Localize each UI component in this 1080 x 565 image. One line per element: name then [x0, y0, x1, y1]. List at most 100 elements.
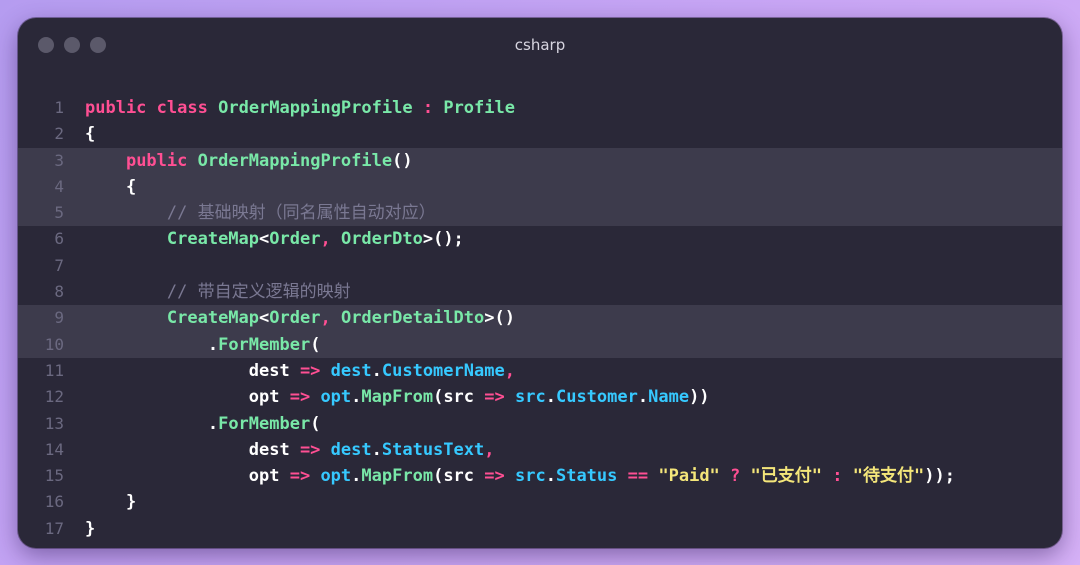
code-token: , [484, 439, 495, 460]
window-title: csharp [514, 36, 566, 54]
code-token: OrderDetailDto [340, 308, 485, 329]
code-line: 3 public OrderMappingProfile() [18, 147, 1062, 174]
code-line: 6 CreateMap<Order, OrderDto>(); [18, 226, 1062, 252]
code-token: => [484, 387, 505, 408]
code-token: src [515, 387, 546, 408]
code-token: => [484, 466, 505, 487]
code-token: "Paid" [658, 466, 720, 487]
code-line: 13 .ForMember( [18, 411, 1062, 437]
code-text: } [85, 489, 136, 515]
code-token: ( [310, 413, 321, 434]
code-token: () [392, 150, 413, 171]
code-line: 7 [18, 253, 1062, 279]
code-text: opt => opt.MapFrom(src => src.Status == … [85, 463, 955, 489]
line-number: 5 [54, 203, 64, 223]
line-number: 6 [54, 229, 64, 249]
code-token: . [351, 466, 362, 487]
code-token: // 基础映射（同名属性自动对应） [166, 203, 436, 224]
code-text: CreateMap<Order, OrderDetailDto>() [85, 305, 515, 331]
code-token: CreateMap [166, 308, 260, 329]
code-line: 10 .ForMember( [18, 331, 1062, 358]
code-text: // 带自定义逻辑的映射 [85, 279, 351, 305]
code-line: 8 // 带自定义逻辑的映射 [18, 279, 1062, 305]
code-token: , [320, 308, 331, 329]
code-token: opt [320, 387, 352, 408]
code-token: < [259, 308, 270, 329]
code-text: .ForMember( [85, 411, 321, 437]
code-token: public [125, 150, 188, 171]
code-token: . [545, 387, 556, 408]
code-token: : [422, 98, 434, 118]
code-text: .ForMember( [85, 332, 321, 358]
code-line: 1 public class OrderMappingProfile : Prof… [18, 95, 1062, 121]
code-token: )); [924, 466, 955, 487]
code-token: >(); [422, 229, 464, 250]
code-token: CreateMap [166, 229, 260, 250]
code-token: . [207, 413, 219, 434]
line-number: 14 [44, 439, 64, 459]
code-token: "待支付" [852, 466, 925, 487]
line-number: 12 [44, 387, 64, 407]
code-token: dest [85, 360, 300, 381]
code-token: dest [85, 439, 300, 460]
code-line: 5 // 基础映射（同名属性自动对应） [18, 200, 1062, 227]
code-token: opt [85, 387, 290, 408]
code-token: . [637, 387, 649, 408]
code-text: public class OrderMappingProfile : Profi… [85, 95, 515, 121]
code-token: Order [269, 229, 321, 250]
code-token: OrderMappingProfile [218, 98, 413, 118]
code-token: src [515, 466, 546, 487]
code-line: 11 dest => dest.CustomerName, [18, 358, 1062, 384]
code-token: . [545, 466, 556, 487]
code-token: => [289, 387, 311, 408]
line-number: 11 [44, 360, 64, 380]
code-token: } [125, 492, 137, 513]
code-token: Status [555, 466, 618, 487]
code-token: opt [320, 466, 352, 487]
code-token: Profile [443, 98, 515, 118]
code-token: Customer [555, 387, 638, 408]
code-line: 15 opt => opt.MapFrom(src => src.Status … [18, 463, 1062, 489]
line-number: 10 [44, 334, 64, 354]
code-token: dest [330, 439, 372, 460]
code-token: public [85, 98, 147, 118]
code-line: 4 { [18, 173, 1062, 201]
line-number: 15 [44, 466, 64, 486]
code-token: opt [85, 466, 290, 487]
code-token: Name [648, 387, 690, 408]
code-token: , [504, 360, 515, 381]
line-number: 17 [44, 518, 64, 538]
code-token: => [299, 360, 321, 381]
code-token: OrderMappingProfile [197, 150, 393, 171]
line-number: 7 [54, 255, 64, 275]
code-line: 2{ [18, 121, 1062, 147]
code-token: dest [330, 360, 372, 381]
code-line: 12 opt => opt.MapFrom(src => src.Custome… [18, 384, 1062, 410]
code-editor[interactable]: 1 public class OrderMappingProfile : Prof… [18, 95, 1062, 542]
code-token: { [85, 124, 96, 145]
code-text: // 基础映射（同名属性自动对应） [85, 200, 436, 226]
code-token: ( [310, 334, 321, 355]
code-token: StatusText [381, 439, 485, 460]
code-token: < [259, 229, 270, 250]
code-line: 14 dest => dest.StatusText, [18, 437, 1062, 463]
code-token: ( [433, 466, 444, 487]
line-number: 1 [54, 98, 64, 117]
code-token: . [351, 387, 362, 408]
